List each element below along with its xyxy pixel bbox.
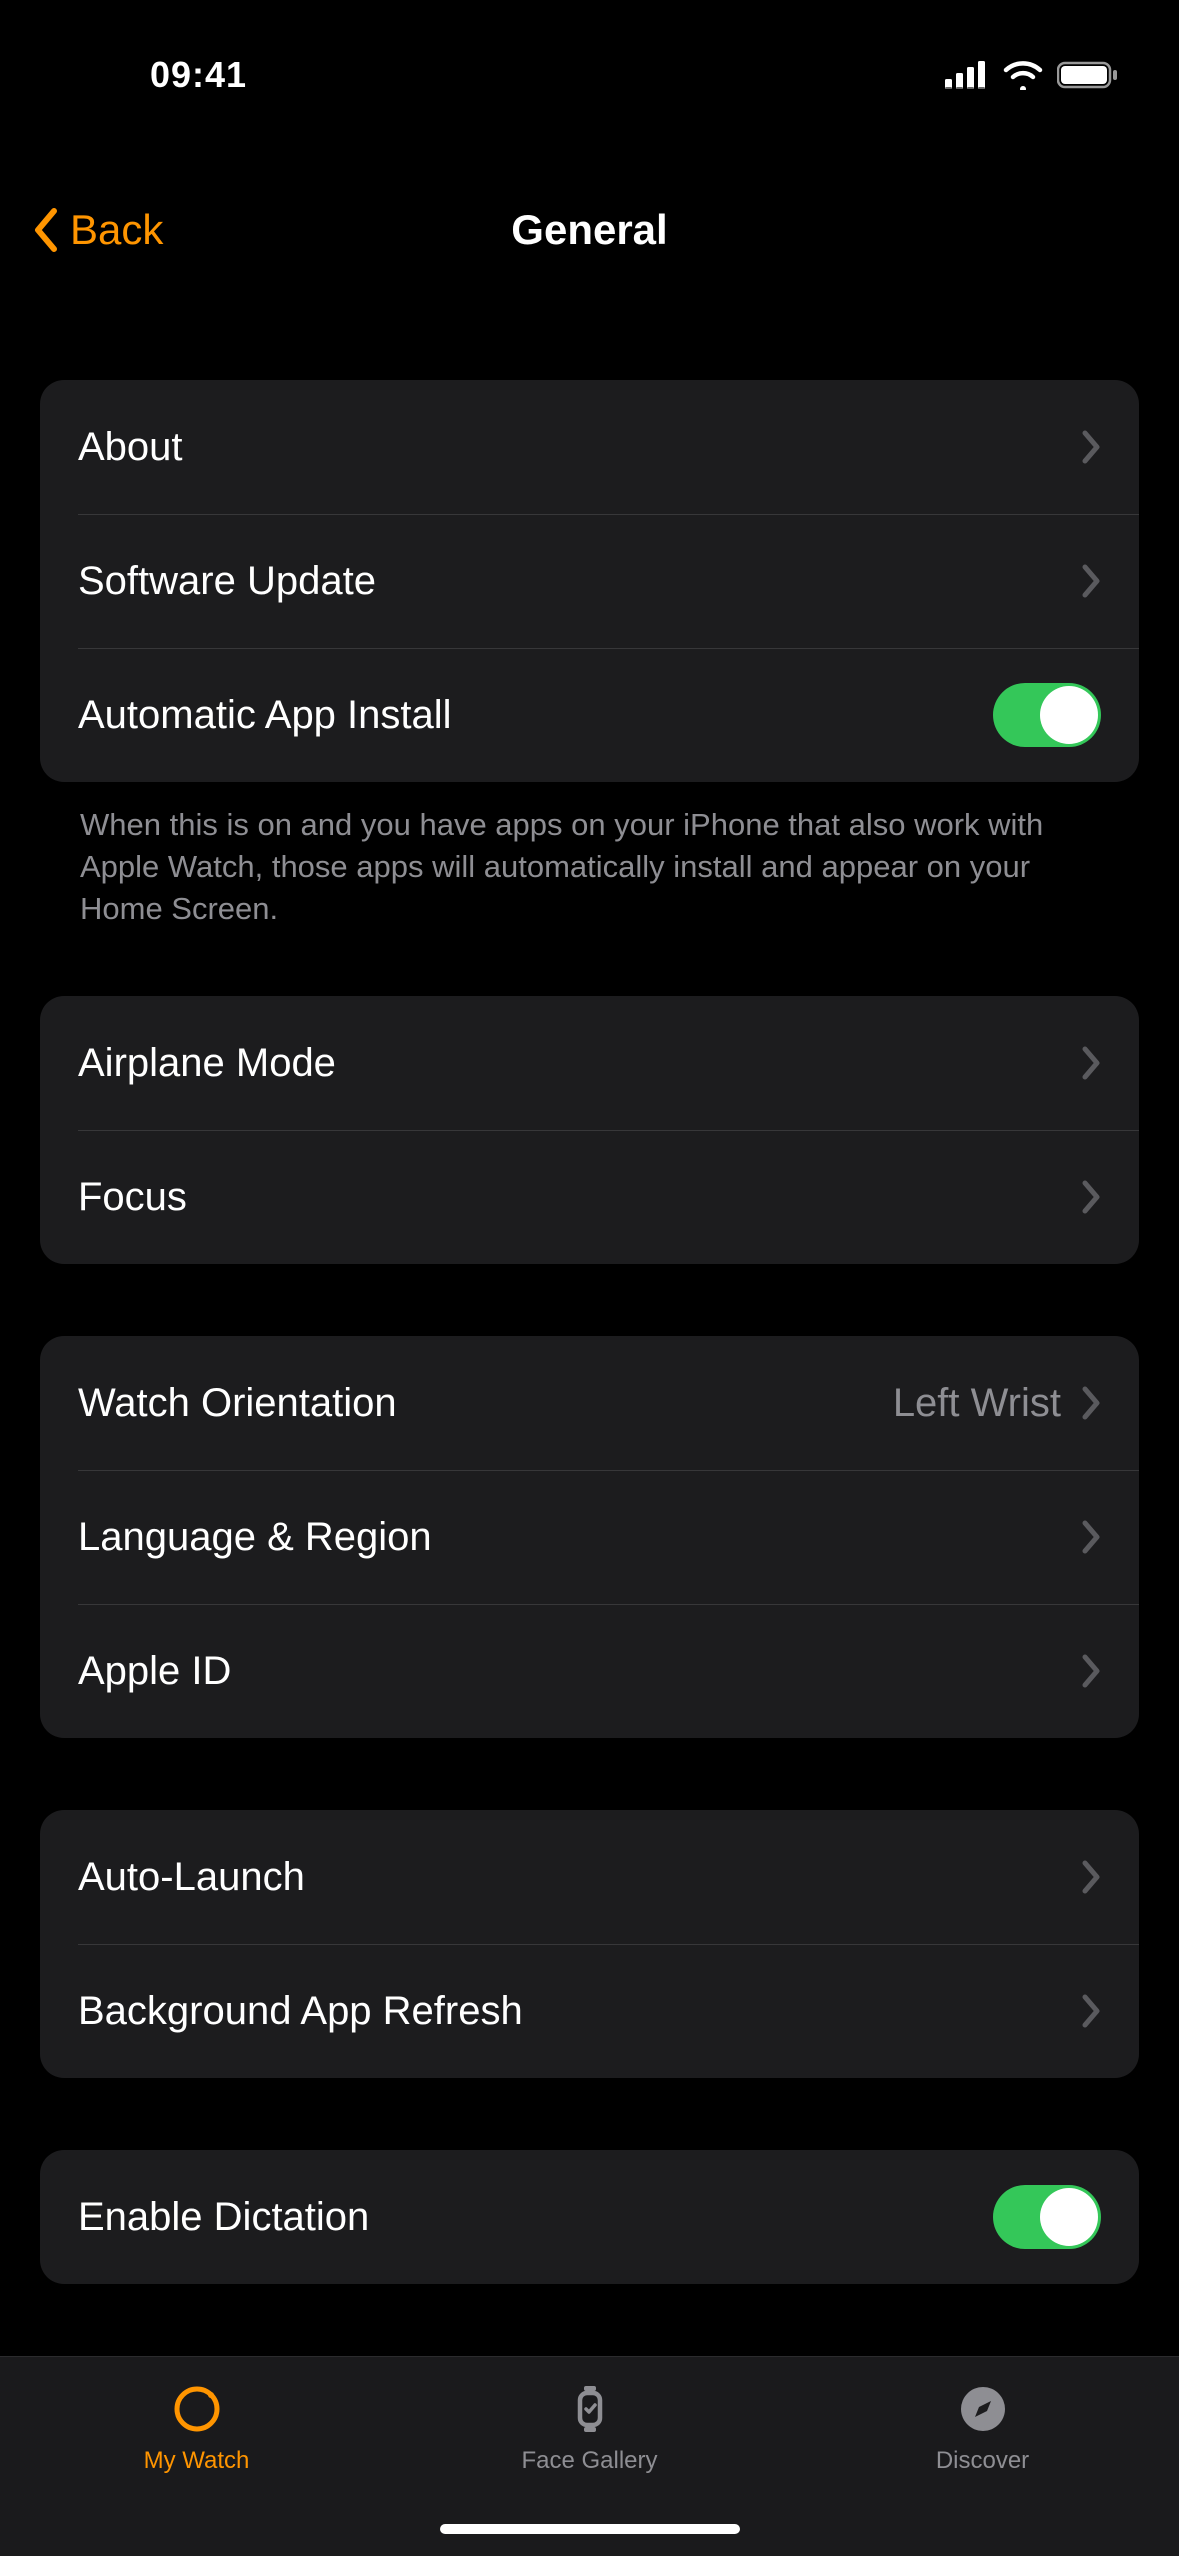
tab-discover[interactable]: Discover	[786, 2357, 1179, 2556]
face-gallery-icon	[562, 2381, 618, 2437]
row-focus[interactable]: Focus	[40, 1130, 1139, 1264]
chevron-right-icon	[1081, 1654, 1101, 1688]
back-label: Back	[70, 206, 163, 254]
group-general-top: About Software Update Automatic App Inst…	[40, 380, 1139, 782]
toggle-knob	[1040, 2188, 1098, 2246]
nav-bar: Back General	[0, 170, 1179, 290]
row-label: Auto-Launch	[78, 1855, 1081, 1900]
status-time: 09:41	[90, 24, 247, 96]
row-apple-id[interactable]: Apple ID	[40, 1604, 1139, 1738]
row-label: Watch Orientation	[78, 1381, 893, 1426]
row-language-region[interactable]: Language & Region	[40, 1470, 1139, 1604]
row-label: Enable Dictation	[78, 2195, 993, 2240]
automatic-app-install-footer: When this is on and you have apps on you…	[40, 804, 1139, 930]
row-background-app-refresh[interactable]: Background App Refresh	[40, 1944, 1139, 2078]
chevron-left-icon	[30, 207, 60, 253]
row-watch-orientation[interactable]: Watch Orientation Left Wrist	[40, 1336, 1139, 1470]
row-about[interactable]: About	[40, 380, 1139, 514]
row-automatic-app-install[interactable]: Automatic App Install	[40, 648, 1139, 782]
group-modes: Airplane Mode Focus	[40, 996, 1139, 1264]
row-label: Background App Refresh	[78, 1989, 1081, 2034]
tab-label: Face Gallery	[521, 2447, 657, 2475]
group-device: Watch Orientation Left Wrist Language & …	[40, 1336, 1139, 1738]
screen: 09:41	[0, 0, 1179, 2556]
settings-content[interactable]: About Software Update Automatic App Inst…	[0, 380, 1179, 2336]
chevron-right-icon	[1081, 1994, 1101, 2028]
row-label: About	[78, 425, 1081, 470]
watch-icon	[169, 2381, 225, 2437]
tab-label: Discover	[936, 2447, 1029, 2475]
chevron-right-icon	[1081, 1520, 1101, 1554]
group-dictation: Enable Dictation	[40, 2150, 1139, 2284]
row-label: Language & Region	[78, 1515, 1081, 1560]
row-label: Focus	[78, 1175, 1081, 1220]
tab-label: My Watch	[144, 2447, 250, 2475]
cellular-signal-icon	[945, 61, 989, 89]
chevron-right-icon	[1081, 430, 1101, 464]
group-apps: Auto-Launch Background App Refresh	[40, 1810, 1139, 2078]
row-software-update[interactable]: Software Update	[40, 514, 1139, 648]
home-indicator[interactable]	[440, 2524, 740, 2534]
row-label: Airplane Mode	[78, 1041, 1081, 1086]
tab-my-watch[interactable]: My Watch	[0, 2357, 393, 2556]
row-label: Software Update	[78, 559, 1081, 604]
page-title: General	[511, 206, 667, 254]
battery-icon	[1057, 60, 1119, 90]
chevron-right-icon	[1081, 1386, 1101, 1420]
enable-dictation-toggle[interactable]	[993, 2185, 1101, 2249]
status-icons	[945, 30, 1119, 90]
row-airplane-mode[interactable]: Airplane Mode	[40, 996, 1139, 1130]
row-enable-dictation[interactable]: Enable Dictation	[40, 2150, 1139, 2284]
wifi-icon	[1003, 60, 1043, 90]
chevron-right-icon	[1081, 1180, 1101, 1214]
back-button[interactable]: Back	[30, 206, 163, 254]
chevron-right-icon	[1081, 564, 1101, 598]
row-auto-launch[interactable]: Auto-Launch	[40, 1810, 1139, 1944]
row-value: Left Wrist	[893, 1381, 1061, 1426]
toggle-knob	[1040, 686, 1098, 744]
automatic-app-install-toggle[interactable]	[993, 683, 1101, 747]
row-label: Apple ID	[78, 1649, 1081, 1694]
chevron-right-icon	[1081, 1046, 1101, 1080]
row-label: Automatic App Install	[78, 693, 993, 738]
compass-icon	[955, 2381, 1011, 2437]
status-bar: 09:41	[0, 0, 1179, 120]
chevron-right-icon	[1081, 1860, 1101, 1894]
